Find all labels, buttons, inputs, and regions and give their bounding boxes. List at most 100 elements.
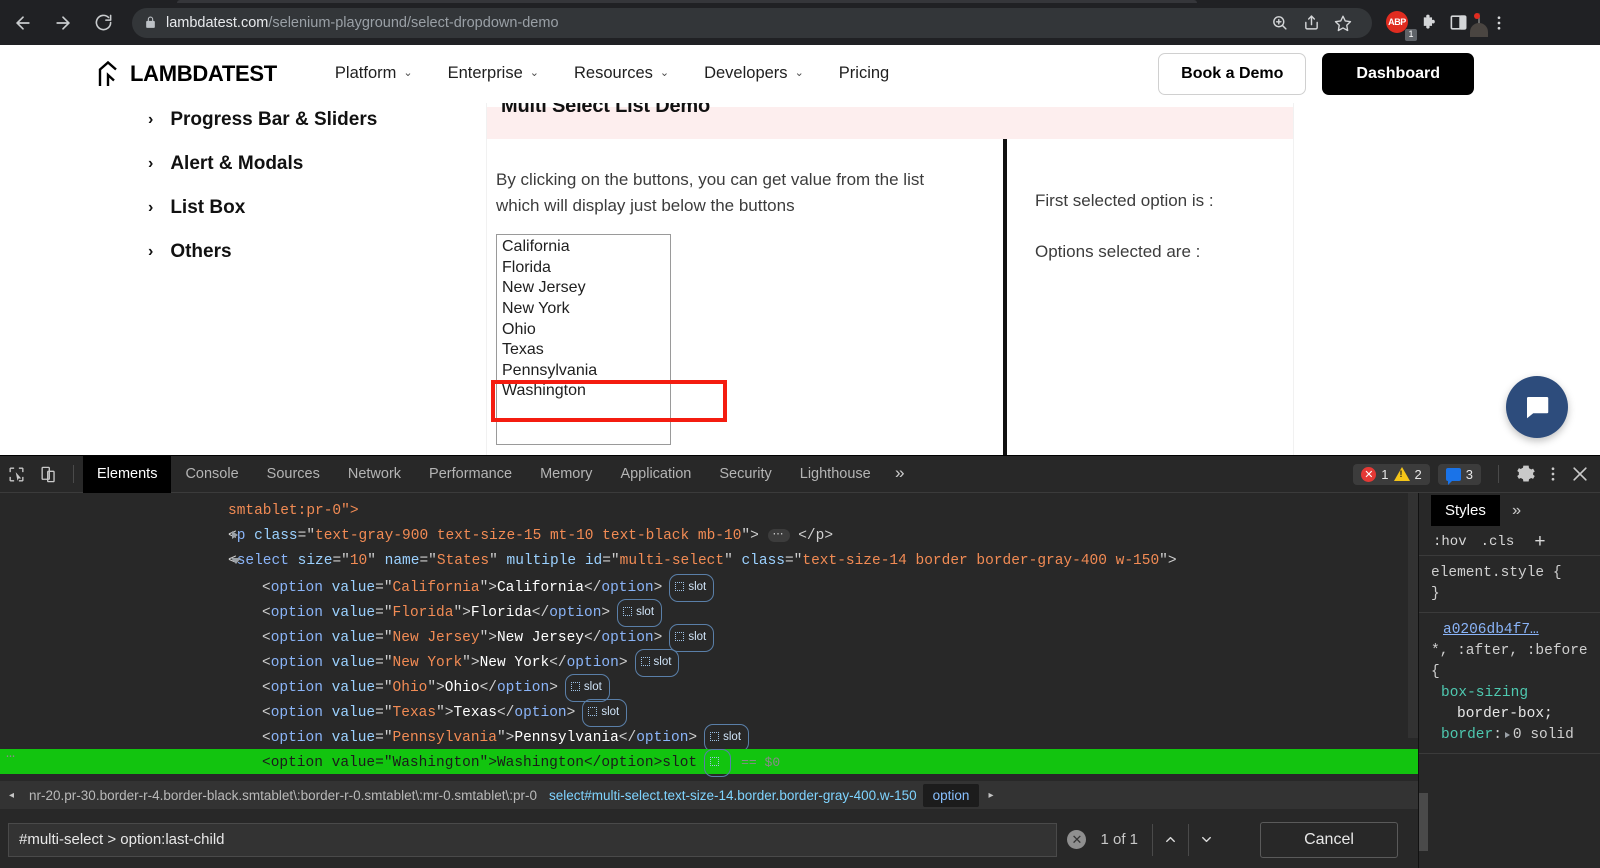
list-item[interactable]: New York [499, 299, 670, 320]
sidebar-item-list-box[interactable]: › List Box [148, 186, 478, 230]
slot-badge[interactable]: slot [669, 574, 715, 602]
issues-counter[interactable]: ✕ 1 2 [1353, 463, 1430, 485]
dashboard-button[interactable]: Dashboard [1322, 52, 1474, 95]
expand-shorthand-icon[interactable] [1504, 732, 1510, 738]
collapsed-content-icon[interactable]: ⋯ [767, 529, 790, 542]
list-item[interactable]: California [499, 237, 670, 258]
dom-line-paragraph[interactable]: <p class="text-gray-900 text-size-15 mt-… [0, 524, 1418, 549]
nav-item-developers[interactable]: Developers ⌄ [704, 64, 804, 83]
slot-badge[interactable]: slot [669, 624, 715, 652]
breadcrumb-scroll-left-icon[interactable]: ◂ [0, 790, 23, 801]
device-toolbar-icon[interactable] [32, 460, 64, 488]
clear-icon[interactable]: ✕ [1067, 830, 1087, 849]
tab-performance[interactable]: Performance [415, 456, 526, 493]
search-icon[interactable] [1264, 8, 1294, 38]
close-icon[interactable] [1570, 464, 1590, 484]
dom-line-option[interactable]: <option value="Pennsylvania">Pennsylvani… [0, 724, 1418, 752]
slot-icon [710, 732, 720, 741]
lambdatest-logo[interactable]: LAMBDATEST [95, 60, 277, 88]
tab-lighthouse[interactable]: Lighthouse [786, 456, 885, 493]
hov-toggle[interactable]: :hov [1433, 534, 1467, 550]
puzzle-piece-icon[interactable] [1420, 13, 1439, 32]
chevron-double-right-icon[interactable]: » [885, 465, 915, 484]
breadcrumb-item-active[interactable]: option [922, 783, 980, 807]
dom-line-option[interactable]: <option value="Florida">Florida</option>… [0, 599, 1418, 627]
slot-badge[interactable]: slot [564, 674, 610, 702]
nav-item-pricing[interactable]: Pricing [839, 64, 889, 83]
dom-attr-value: 10 [349, 553, 368, 569]
css-property-value[interactable]: border-box; [1431, 704, 1590, 725]
book-a-demo-button[interactable]: Book a Demo [1158, 52, 1307, 95]
tab-security[interactable]: Security [705, 456, 785, 493]
tab-memory[interactable]: Memory [526, 456, 606, 493]
selected-node-marker: == $0 [741, 755, 781, 770]
kebab-menu-icon[interactable] [1544, 465, 1562, 483]
tab-network[interactable]: Network [334, 456, 415, 493]
adblock-extension-button[interactable]: ABP 1 [1386, 10, 1417, 41]
profile-avatar[interactable] [1474, 12, 1480, 32]
tab-elements[interactable]: Elements [83, 455, 172, 493]
breadcrumb-item[interactable]: nr-20.pr-30.border-r-4.border-black.smta… [23, 788, 543, 803]
stylesheet-source-link[interactable]: a0206db4f7… [1431, 620, 1590, 641]
breadcrumb-item[interactable]: select#multi-select.text-size-14.border.… [543, 788, 923, 803]
search-input[interactable]: #multi-select > option:last-child [8, 822, 1058, 857]
dom-line-option[interactable]: <option value="California">California</o… [0, 574, 1418, 602]
chevron-down-icon[interactable] [1188, 823, 1224, 856]
slot-badge[interactable]: slot [634, 649, 680, 677]
dom-line-option[interactable]: <option value="Ohio">Ohio</option> slot [0, 674, 1418, 702]
sidebar-item-alert-modals[interactable]: › Alert & Modals [148, 142, 478, 186]
chevron-double-right-icon[interactable]: » [1500, 502, 1534, 520]
forward-arrow-icon[interactable] [46, 6, 80, 40]
tab-styles[interactable]: Styles [1431, 495, 1500, 526]
page-title: Multi Select List Demo [501, 103, 710, 117]
css-property-name-border[interactable]: border: 0 solid [1431, 725, 1590, 746]
reload-icon[interactable] [86, 6, 120, 40]
address-bar[interactable]: lambdatest.com/selenium-playground/selec… [132, 7, 1372, 38]
list-item[interactable]: Ohio [499, 320, 670, 341]
inspect-element-icon[interactable] [0, 460, 32, 488]
chevron-up-icon[interactable] [1152, 823, 1188, 856]
nav-item-resources[interactable]: Resources ⌄ [574, 64, 669, 83]
dom-line-select[interactable]: <select size="10" name="States" multiple… [0, 549, 1418, 574]
list-item[interactable]: Florida [499, 258, 670, 279]
tab-sources[interactable]: Sources [253, 456, 334, 493]
share-icon[interactable] [1296, 8, 1326, 38]
back-arrow-icon[interactable] [6, 6, 40, 40]
expand-arrow-icon[interactable] [232, 531, 238, 539]
devtools-status-area: ✕ 1 2 3 [1353, 463, 1600, 485]
cancel-button[interactable]: Cancel [1260, 821, 1398, 858]
collapse-arrow-icon[interactable] [231, 558, 241, 568]
css-property-name[interactable]: box-sizing [1431, 683, 1590, 704]
add-rule-button[interactable]: + [1534, 531, 1545, 553]
slot-badge[interactable]: slot [704, 724, 750, 752]
styles-scroll-indicator[interactable] [1419, 793, 1428, 851]
slot-badge[interactable] [704, 749, 732, 777]
nav-label: Developers [704, 64, 788, 82]
messages-counter[interactable]: 3 [1437, 463, 1481, 485]
slot-badge[interactable]: slot [617, 599, 663, 627]
list-item[interactable]: Texas [499, 340, 670, 361]
sidebar-item-label: Others [170, 241, 232, 262]
list-item[interactable]: New Jersey [499, 278, 670, 299]
dom-line-option[interactable]: <option value="Texas">Texas</option> slot [0, 699, 1418, 727]
dom-line-option[interactable]: <option value="New Jersey">New Jersey</o… [0, 624, 1418, 652]
cls-toggle[interactable]: .cls [1481, 534, 1515, 550]
kebab-menu-icon[interactable] [1490, 14, 1512, 32]
slot-badge[interactable]: slot [582, 699, 628, 727]
gear-icon[interactable] [1516, 464, 1536, 484]
chat-bubble-icon[interactable] [1506, 376, 1568, 438]
tab-console[interactable]: Console [171, 456, 252, 493]
dom-overflow-dots[interactable]: … [6, 745, 16, 762]
nav-item-enterprise[interactable]: Enterprise ⌄ [448, 64, 539, 83]
sidebar-item-progress-bar-sliders[interactable]: › Progress Bar & Sliders [148, 103, 478, 142]
side-panel-icon[interactable] [1449, 13, 1468, 32]
dom-line-option-selected[interactable]: <option value="Washington">Washington</o… [0, 749, 1418, 777]
dom-line-option[interactable]: <option value="New York">New York</optio… [0, 649, 1418, 677]
nav-item-platform[interactable]: Platform ⌄ [335, 64, 413, 83]
breadcrumb-scroll-right-icon[interactable]: ▸ [979, 790, 1002, 801]
list-item[interactable]: Pennsylvania [499, 361, 670, 382]
tab-application[interactable]: Application [606, 456, 705, 493]
star-icon[interactable] [1328, 8, 1358, 38]
sidebar-item-others[interactable]: › Others [148, 230, 478, 274]
slot-icon [588, 707, 598, 716]
